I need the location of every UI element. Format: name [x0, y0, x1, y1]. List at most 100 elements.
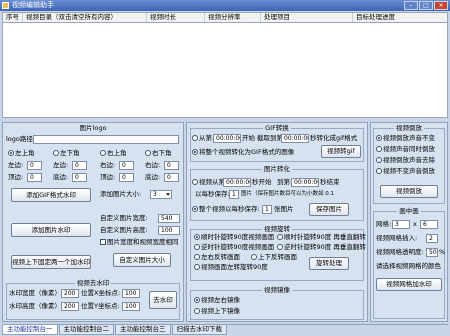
col-progress[interactable]: 目标处理进度 [353, 13, 447, 22]
video-list[interactable] [2, 23, 448, 118]
pos-top-left[interactable]: 左上角 [8, 149, 35, 158]
pic-each-label: 以每秒保存: [195, 190, 230, 198]
pic-whole-radio[interactable]: 整个视频以每秒保存: [192, 205, 260, 214]
wm-width-input[interactable]: 200 [61, 289, 79, 298]
grid-label: 网格: [376, 220, 392, 228]
grid-color-label[interactable]: 请选择视频网格的颜色 [376, 262, 441, 271]
custom-width-label: 自定义图片宽度: [100, 214, 148, 222]
radio-icon [192, 206, 198, 212]
reverse-option-2[interactable]: 视频声音同时倒放 [376, 145, 435, 154]
add-picture-watermark-button[interactable]: 添加图片水印 [11, 223, 91, 237]
rotate-option-3[interactable]: 顺时针旋转90度 再垂直翻转 [277, 233, 366, 242]
pos-bottom-right[interactable]: 右下角 [145, 149, 172, 158]
pic-range-radio[interactable]: 视频从第: [192, 178, 227, 187]
gif-end-input[interactable]: 00:00:00 [281, 134, 309, 143]
add-image-size-label: 添加图片大小: [100, 190, 142, 198]
custom-width-input[interactable]: 540 [158, 214, 180, 223]
mirror-title: 视频镜像 [262, 286, 292, 294]
rotate-option-6[interactable]: 上下反转画面 [251, 253, 297, 262]
margin-left-label: 左边: [8, 161, 24, 169]
rotate-option-4[interactable]: 逆时针旋转90度 再垂直翻转 [277, 243, 366, 252]
pip-title: 画中画 [397, 207, 421, 215]
gif-start-suffix: 开始 [242, 134, 255, 142]
reverse-panel: 视频倒放 视频倒放声音不变 视频声音同时倒放 视频倒放声音去除 视频不变声音倒放… [370, 122, 448, 322]
col-directory[interactable]: 视频目录（双击清空所有内容） [23, 13, 147, 22]
radio-icon [194, 234, 200, 240]
margin-right-input-2[interactable]: 0 [164, 161, 179, 170]
margin-top-input-1[interactable]: 0 [27, 173, 42, 182]
title-bar: 视频编辑助手 – □ × [0, 0, 450, 11]
app-icon [2, 2, 9, 9]
video-to-gif-button[interactable]: 视频转gif [321, 145, 361, 158]
remove-watermark-button[interactable]: 去水印 [149, 291, 177, 309]
margin-top-label-2: 顶边: [100, 173, 116, 181]
minimize-button[interactable]: – [404, 1, 418, 10]
col-index[interactable]: 序号 [3, 13, 23, 22]
tab-console-2[interactable]: 主功能控制台二 [58, 325, 114, 335]
radio-icon [376, 146, 382, 152]
tab-console-3[interactable]: 主功能控制台三 [115, 325, 171, 335]
wm-y-input[interactable]: 100 [122, 302, 140, 311]
keep-ratio-checkbox[interactable]: 图片宽度和视频宽度相同 [100, 238, 179, 247]
rotate-option-1[interactable]: 顺时针旋转90度视频画面 [194, 233, 274, 242]
pic-to-label: 到第: [277, 178, 293, 186]
remove-watermark-title: 视频去水印 [74, 279, 112, 287]
close-button[interactable]: × [434, 1, 448, 10]
rotate-button[interactable]: 旋转处理 [309, 257, 349, 270]
checkbox-icon [100, 239, 106, 245]
pos-bottom-left[interactable]: 左下角 [53, 149, 80, 158]
wm-x-label: 位置X坐标点: [81, 289, 121, 297]
pic-start-input[interactable]: 00:00:00 [223, 178, 251, 187]
picture-group: 图片转化 视频从第: 00:00:00 秒开始 到第: 00:00:00 秒结束… [190, 165, 364, 221]
rotate-option-7[interactable]: 视频画面左转旋转90度 [194, 263, 268, 272]
save-pictures-button[interactable]: 保存图片 [309, 203, 349, 216]
reverse-option-3[interactable]: 视频倒放声音去除 [376, 156, 435, 165]
col-resolution[interactable]: 视频分辨率 [205, 13, 261, 22]
add-gif-watermark-button[interactable]: 添加GIF格式水印 [11, 188, 91, 202]
margin-right-input-1[interactable]: 0 [119, 161, 134, 170]
rotate-option-5[interactable]: 左右反转画面 [194, 253, 240, 262]
reverse-option-4[interactable]: 视频不变声音倒放 [376, 167, 435, 176]
maximize-button[interactable]: □ [419, 1, 433, 10]
margin-right-label-2: 右边: [145, 161, 161, 169]
reverse-button[interactable]: 视频倒放 [380, 185, 438, 198]
custom-height-input[interactable]: 100 [158, 226, 180, 235]
pic-end-input[interactable]: 00:00:00 [291, 178, 319, 187]
gif-title: GIF转换 [263, 124, 291, 132]
grid-alpha-input[interactable]: 50 [426, 248, 438, 257]
grid-cols-input[interactable]: 3 [392, 220, 410, 229]
radio-icon [376, 135, 382, 141]
gif-start-input[interactable]: 00:00:00 [213, 134, 241, 143]
mirror-lr-radio[interactable]: 视频左右镜像 [194, 296, 240, 305]
custom-size-button[interactable]: 自定义图片大小 [113, 253, 171, 267]
grid-rows-input[interactable]: 6 [420, 220, 438, 229]
move-watermark-button[interactable]: 视频上下固定两一个加水印 [11, 255, 91, 269]
pic-each-input[interactable]: 1 [229, 190, 239, 199]
margin-top-input-2[interactable]: 0 [119, 173, 134, 182]
pic-whole-input[interactable]: 1 [262, 205, 272, 214]
margin-left-input-2[interactable]: 0 [72, 161, 87, 170]
col-task[interactable]: 处理项目 [261, 13, 353, 22]
grid-watermark-button[interactable]: 视频网格加水印 [376, 278, 442, 291]
rotate-option-2[interactable]: 逆时针旋转90度视频画面 [194, 243, 274, 252]
wm-height-input[interactable]: 200 [61, 302, 79, 311]
logo-path-input[interactable] [33, 135, 179, 144]
margin-left-label-2: 左边: [53, 161, 69, 169]
reverse-option-1[interactable]: 视频倒放声音不变 [376, 134, 435, 143]
pos-top-right[interactable]: 右上角 [100, 149, 127, 158]
window-title: 视频编辑助手 [12, 1, 54, 9]
grid-count-input[interactable]: 2 [426, 234, 438, 243]
tab-scan-download[interactable]: 扫描去水印下载 [171, 325, 227, 335]
gif-whole-radio[interactable]: 将整个视频转化为GIF格式的图像 [192, 148, 294, 157]
mirror-ud-radio[interactable]: 视频上下镜像 [194, 307, 240, 316]
gif-from-radio[interactable]: 从第: [192, 134, 214, 143]
margin-bottom-input-2[interactable]: 0 [164, 173, 179, 182]
margin-left-input-1[interactable]: 0 [27, 161, 42, 170]
logo-panel: 图片logo logo路径: 左上角 左下角 右上角 右下角 左边: 0 左边:… [2, 122, 184, 322]
margin-bottom-input-1[interactable]: 0 [72, 173, 87, 182]
add-image-size-select[interactable]: 3 [150, 190, 172, 199]
wm-x-input[interactable]: 100 [122, 289, 140, 298]
col-duration[interactable]: 视频时长 [147, 13, 205, 22]
gif-group: GIF转换 从第: 00:00:00 开始 截取到第: 00:00:00 秒转化… [190, 124, 364, 162]
tab-console-1[interactable]: 主功能控制台一 [2, 325, 58, 335]
